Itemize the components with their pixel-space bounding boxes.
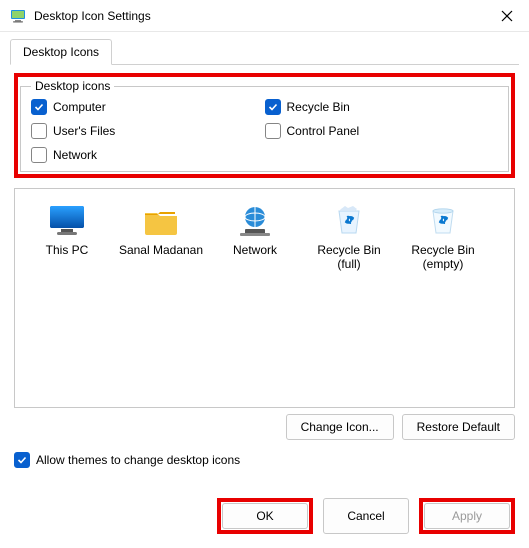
checkbox-control[interactable]	[31, 147, 47, 163]
recycle-bin-empty-icon	[423, 203, 463, 239]
tab-label: Desktop Icons	[23, 45, 99, 59]
group-legend: Desktop icons	[31, 79, 114, 93]
tab-body: Desktop icons Computer Recycle Bin	[0, 65, 529, 488]
change-icon-button[interactable]: Change Icon...	[286, 414, 394, 440]
preview-label: Network	[233, 243, 277, 257]
preview-label: This PC	[46, 243, 89, 257]
icon-preview-panel: This PC Sanal Madanan Netwo	[14, 188, 515, 408]
preview-label: Sanal Madanan	[119, 243, 203, 257]
preview-user-folder[interactable]: Sanal Madanan	[117, 203, 205, 257]
checkbox-control[interactable]	[31, 99, 47, 115]
checkbox-control[interactable]	[265, 123, 281, 139]
preview-network[interactable]: Network	[211, 203, 299, 257]
titlebar: Desktop Icon Settings	[0, 0, 529, 32]
close-icon	[501, 10, 513, 22]
button-label: Change Icon...	[301, 420, 379, 434]
preview-this-pc[interactable]: This PC	[23, 203, 111, 257]
close-button[interactable]	[493, 2, 521, 30]
checkbox-control-panel[interactable]: Control Panel	[265, 123, 499, 139]
checkbox-computer[interactable]: Computer	[31, 99, 265, 115]
checkbox-label: Allow themes to change desktop icons	[36, 453, 240, 467]
checkbox-recycle-bin[interactable]: Recycle Bin	[265, 99, 499, 115]
button-label: Apply	[452, 509, 482, 523]
apply-button[interactable]: Apply	[424, 503, 510, 529]
allow-themes-checkbox[interactable]: Allow themes to change desktop icons	[14, 452, 515, 468]
tab-desktop-icons[interactable]: Desktop Icons	[10, 39, 112, 65]
preview-label: Recycle Bin (full)	[305, 243, 393, 272]
window-title: Desktop Icon Settings	[34, 9, 493, 23]
ok-highlight: OK	[217, 498, 313, 534]
dialog-footer: OK Cancel Apply	[0, 488, 529, 548]
restore-default-button[interactable]: Restore Default	[402, 414, 515, 440]
preview-recycle-full[interactable]: Recycle Bin (full)	[305, 203, 393, 272]
checkbox-network[interactable]: Network	[31, 147, 265, 163]
checkbox-label: Computer	[53, 100, 106, 114]
preview-recycle-empty[interactable]: Recycle Bin (empty)	[399, 203, 487, 272]
button-label: Cancel	[347, 509, 384, 523]
cancel-button[interactable]: Cancel	[323, 498, 409, 534]
apply-highlight: Apply	[419, 498, 515, 534]
desktop-icons-highlight: Desktop icons Computer Recycle Bin	[14, 73, 515, 178]
folder-icon	[141, 203, 181, 239]
button-label: Restore Default	[417, 420, 500, 434]
tab-strip: Desktop Icons	[10, 38, 519, 65]
checkbox-label: User's Files	[53, 124, 115, 138]
network-icon	[235, 203, 275, 239]
preview-label: Recycle Bin (empty)	[399, 243, 487, 272]
monitor-icon	[47, 203, 87, 239]
display-settings-icon	[10, 8, 26, 24]
checkbox-control[interactable]	[265, 99, 281, 115]
button-label: OK	[256, 509, 273, 523]
recycle-bin-full-icon	[329, 203, 369, 239]
checkbox-label: Network	[53, 148, 97, 162]
checkbox-control[interactable]	[14, 452, 30, 468]
ok-button[interactable]: OK	[222, 503, 308, 529]
desktop-icons-group: Desktop icons Computer Recycle Bin	[20, 79, 509, 172]
checkbox-label: Control Panel	[287, 124, 360, 138]
checkbox-users-files[interactable]: User's Files	[31, 123, 265, 139]
checkbox-control[interactable]	[31, 123, 47, 139]
checkbox-label: Recycle Bin	[287, 100, 350, 114]
